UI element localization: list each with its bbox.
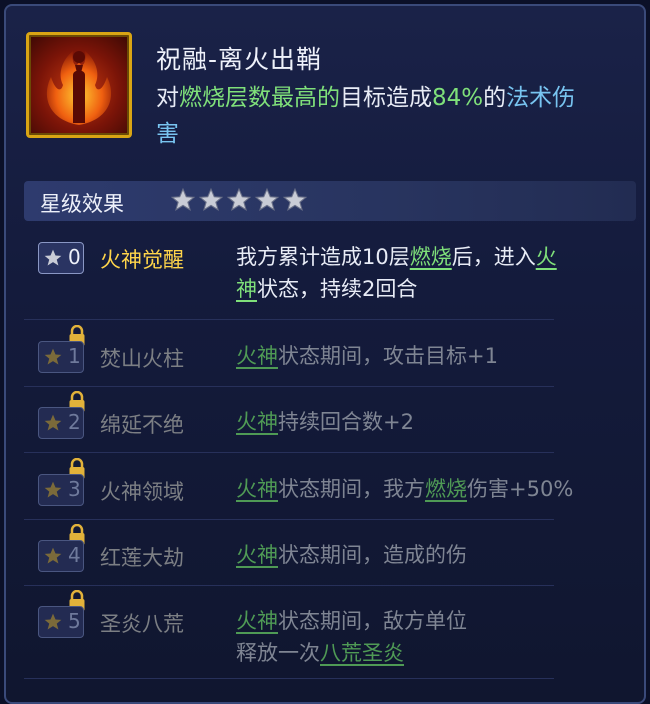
effect-name: 焚山火柱 bbox=[100, 347, 184, 371]
divider bbox=[24, 678, 554, 679]
star-level-badge: 4 bbox=[38, 540, 84, 572]
star-icon bbox=[282, 187, 308, 211]
divider bbox=[24, 519, 554, 520]
star-rating bbox=[170, 187, 308, 213]
star-effect-row-5[interactable]: 5 圣炎八荒 火神状态期间，敌方单位 释放一次八荒圣炎 bbox=[24, 590, 636, 676]
effect-description: 火神状态期间，攻击目标+1 bbox=[236, 344, 498, 368]
star-icon bbox=[226, 187, 252, 211]
effect-description: 火神状态期间，我方燃烧伤害+50% bbox=[236, 477, 574, 501]
effect-description: 火神状态期间，敌方单位 释放一次八荒圣炎 bbox=[236, 609, 467, 665]
star-effect-row-4[interactable]: 4 红莲大劫 火神状态期间，造成的伤 bbox=[24, 524, 636, 590]
star-effect-row-3[interactable]: 3 火神领域 火神状态期间，我方燃烧伤害+50% bbox=[24, 458, 636, 524]
star-icon bbox=[44, 613, 62, 630]
skill-tooltip-panel: 祝融-离火出鞘 对燃烧层数最高的目标造成84%的法术伤害 星级效果 0 火神觉醒… bbox=[4, 4, 646, 704]
star-level-badge: 2 bbox=[38, 407, 84, 439]
divider bbox=[24, 319, 554, 320]
effect-description: 火神状态期间，造成的伤 bbox=[236, 543, 467, 567]
star-icon bbox=[44, 481, 62, 498]
effect-name: 火神觉醒 bbox=[100, 248, 184, 272]
star-effects-title: 星级效果 bbox=[40, 192, 124, 216]
fire-deity-icon bbox=[26, 32, 132, 138]
skill-title: 祝融-离火出鞘 bbox=[156, 45, 323, 74]
star-level-badge: 3 bbox=[38, 474, 84, 506]
star-effects-header: 星级效果 bbox=[24, 181, 636, 221]
effect-description: 火神持续回合数+2 bbox=[236, 410, 414, 434]
star-icon bbox=[198, 187, 224, 211]
effect-name: 红莲大劫 bbox=[100, 546, 184, 570]
skill-description: 对燃烧层数最高的目标造成84%的法术伤害 bbox=[156, 85, 576, 147]
star-level-badge: 5 bbox=[38, 606, 84, 638]
divider bbox=[24, 585, 554, 586]
star-level-badge: 1 bbox=[38, 341, 84, 373]
effect-name: 圣炎八荒 bbox=[100, 612, 184, 636]
effect-description: 我方累计造成10层燃烧后，进入火 神状态，持续2回合 bbox=[236, 245, 557, 301]
star-level-badge: 0 bbox=[38, 242, 84, 274]
star-effect-row-1[interactable]: 1 焚山火柱 火神状态期间，攻击目标+1 bbox=[24, 325, 636, 391]
star-icon bbox=[254, 187, 280, 211]
star-icon bbox=[44, 249, 62, 266]
star-effect-row-2[interactable]: 2 绵延不绝 火神持续回合数+2 bbox=[24, 391, 636, 457]
star-icon bbox=[170, 187, 196, 211]
star-icon bbox=[44, 348, 62, 365]
star-icon bbox=[44, 547, 62, 564]
star-effect-row-0[interactable]: 0 火神觉醒 我方累计造成10层燃烧后，进入火 神状态，持续2回合 bbox=[24, 238, 636, 308]
star-icon bbox=[44, 414, 62, 431]
effect-name: 绵延不绝 bbox=[100, 413, 184, 437]
effect-name: 火神领域 bbox=[100, 480, 184, 504]
divider bbox=[24, 386, 554, 387]
divider bbox=[24, 452, 554, 453]
